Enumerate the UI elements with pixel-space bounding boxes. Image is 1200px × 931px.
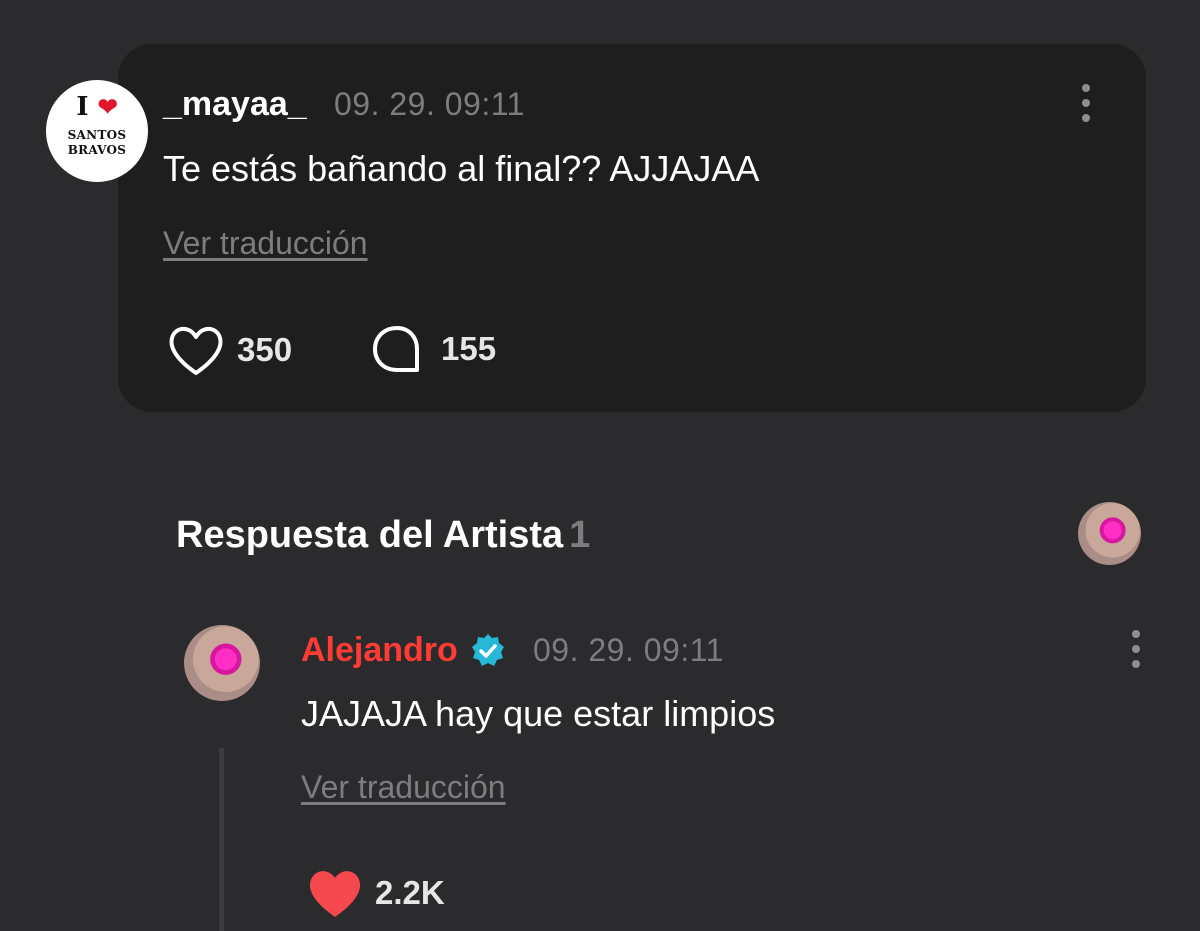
comment-timestamp: 09. 29. 09:11 (334, 86, 525, 122)
reply-text: JAJAJA hay que estar limpios (301, 693, 776, 734)
reply-more-icon[interactable] (1126, 628, 1146, 670)
artist-reply-section-title: Respuesta del Artista 1 (176, 512, 590, 558)
comment-more-icon[interactable] (1076, 82, 1096, 124)
avatar-logo-letter: I (76, 92, 89, 122)
avatar-logo-word: SANTOS (67, 128, 127, 142)
avatar-logo-mark: I ❤ (46, 92, 148, 122)
artist-avatar-small[interactable] (1078, 502, 1141, 565)
heart-filled-icon (309, 871, 361, 917)
reply-thread-line (219, 748, 224, 931)
heart-logo-icon: ❤ (97, 92, 118, 121)
commenter-username[interactable]: _mayaa_ (163, 84, 307, 124)
comment-like-count: 350 (237, 331, 293, 368)
section-title-label: Respuesta del Artista (176, 514, 564, 556)
section-reply-count: 1 (569, 514, 591, 556)
comment-reply-count: 155 (441, 330, 497, 367)
reply-like-button[interactable]: 2.2K (307, 867, 445, 919)
comment-reply-button[interactable]: 155 (371, 324, 496, 374)
avatar-logo-words: SANTOS BRAVOS (46, 128, 148, 158)
comment-like-button[interactable]: 350 (167, 323, 292, 377)
comment-translate-link[interactable]: Ver traducción (163, 223, 368, 263)
artist-name[interactable]: Alejandro (301, 630, 458, 670)
reply-like-count: 2.2K (375, 874, 445, 911)
commenter-avatar[interactable]: I ❤ SANTOS BRAVOS (46, 80, 148, 182)
verified-badge-icon (472, 634, 504, 666)
heart-outline-icon (169, 326, 223, 375)
comment-text: Te estás bañando al final?? AJJAJAA (163, 148, 760, 189)
reply-translate-link[interactable]: Ver traducción (301, 767, 506, 807)
artist-avatar[interactable] (184, 625, 260, 701)
reply-timestamp: 09. 29. 09:11 (533, 632, 724, 668)
avatar-logo-word: BRAVOS (67, 143, 127, 157)
speech-bubble-icon (373, 326, 419, 372)
